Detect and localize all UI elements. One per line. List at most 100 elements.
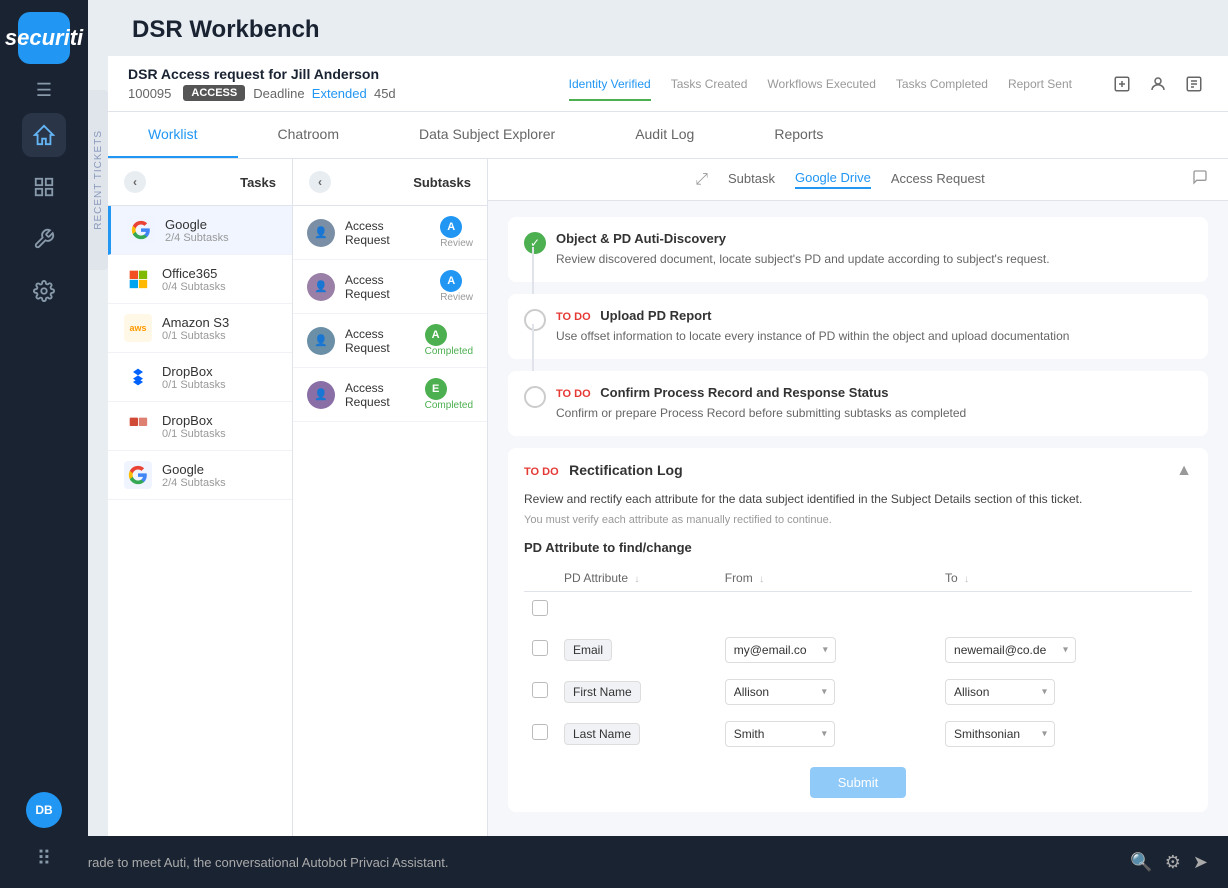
detail-task-3-check[interactable] <box>524 386 546 408</box>
subtask-badge-3: A <box>425 324 447 346</box>
task-item-office365[interactable]: Office365 0/4 Subtasks <box>108 255 292 304</box>
task-logo-google-1 <box>127 216 155 244</box>
detail-task-2: TO DO Upload PD Report Use offset inform… <box>508 294 1208 359</box>
attr-first-name-tag: First Name <box>564 681 641 703</box>
tab-reports[interactable]: Reports <box>734 112 863 158</box>
detail-expand-icon[interactable]: ⤢ <box>695 171 708 189</box>
detail-task-1-check[interactable]: ✓ <box>524 232 546 254</box>
task-item-google-2[interactable]: Google 2/4 Subtasks <box>108 451 292 500</box>
subtasks-panel-collapse[interactable]: ‹ <box>309 171 331 193</box>
subtasks-panel-title: Subtasks <box>413 175 471 190</box>
subtasks-panel-header: ‹ Subtasks <box>293 159 487 206</box>
tab-chatroom[interactable]: Chatroom <box>238 112 379 158</box>
subtask-item-4[interactable]: 👤 Access Request E Completed <box>293 368 487 422</box>
sidebar-item-home[interactable] <box>22 113 66 157</box>
step-report-sent[interactable]: Report Sent <box>1008 77 1072 91</box>
ticket-upload-icon[interactable] <box>1108 70 1136 98</box>
main-area: DSR Workbench DSR Access request for Jil… <box>108 0 1228 888</box>
submit-button[interactable]: Submit <box>810 767 906 798</box>
tasks-panel: ‹ Tasks Google 2/4 Subtasks Office365 <box>108 159 293 888</box>
pd-attribute-sort-icon[interactable]: ↓ <box>634 574 639 585</box>
rectification-collapse-icon[interactable]: ▲ <box>1176 462 1192 480</box>
detail-tab-access-request[interactable]: Access Request <box>891 171 985 188</box>
sidebar: securiti ☰ DB ⠿ <box>0 0 88 888</box>
subtask-info-1: Access Request <box>345 219 430 247</box>
sidebar-dots[interactable]: ⠿ <box>26 840 62 876</box>
ticket-user-icon[interactable] <box>1144 70 1172 98</box>
detail-comment-icon[interactable] <box>1192 169 1208 190</box>
bottom-actions: 🔍 ⚙ ➤ <box>1130 852 1208 873</box>
detail-task-1: ✓ Object & PD Auti-Discovery Review disc… <box>508 217 1208 282</box>
ticket-actions <box>1108 70 1208 98</box>
from-sort-icon[interactable]: ↓ <box>759 574 764 585</box>
subtask-badge-2: A <box>440 270 462 292</box>
detail-tab-google-drive[interactable]: Google Drive <box>795 170 871 189</box>
bottom-filter-icon[interactable]: ⚙ <box>1165 852 1181 873</box>
app-logo-text: securiti <box>5 25 83 51</box>
email-to-wrapper: newemail@co.de <box>945 637 1076 663</box>
task-item-google-1[interactable]: Google 2/4 Subtasks <box>108 206 292 255</box>
last-name-to-select[interactable]: Smithsonian <box>945 721 1055 747</box>
subtask-avatar-4: 👤 <box>307 381 335 409</box>
step-workflows-executed[interactable]: Workflows Executed <box>767 77 876 91</box>
subtask-item-3[interactable]: 👤 Access Request A Completed <box>293 314 487 368</box>
col-checkbox <box>524 565 556 592</box>
subtask-info-3: Access Request <box>345 327 415 355</box>
todo-label-3: TO DO <box>556 388 591 400</box>
subtask-item-1[interactable]: 👤 Access Request A Review <box>293 206 487 260</box>
ticket-title: DSR Access request for Jill Anderson <box>128 66 396 82</box>
table-row-empty <box>524 592 1192 630</box>
detail-task-3-title: TO DO Confirm Process Record and Respons… <box>556 385 966 400</box>
tasks-panel-collapse[interactable]: ‹ <box>124 171 146 193</box>
subtask-avatar-3: 👤 <box>307 327 335 355</box>
tab-data-subject-explorer[interactable]: Data Subject Explorer <box>379 112 595 158</box>
task-item-dropbox-2[interactable]: DropBox 0/1 Subtasks <box>108 402 292 451</box>
detail-task-1-desc: Review discovered document, locate subje… <box>556 250 1050 268</box>
task-info-office365: Office365 0/4 Subtasks <box>162 266 226 293</box>
subtask-info-4: Access Request <box>345 381 415 409</box>
ticket-bar: DSR Access request for Jill Anderson 100… <box>108 56 1228 112</box>
subtasks-panel: ‹ Subtasks 👤 Access Request A Review 👤 A… <box>293 159 488 888</box>
subtask-item-2[interactable]: 👤 Access Request A Review <box>293 260 487 314</box>
sidebar-item-settings[interactable] <box>22 269 66 313</box>
detail-task-2-content: TO DO Upload PD Report Use offset inform… <box>556 308 1069 345</box>
step-identity-verified[interactable]: Identity Verified <box>569 77 651 91</box>
app-logo: securiti <box>18 12 70 64</box>
user-avatar[interactable]: DB <box>26 792 62 828</box>
last-name-from-wrapper: Smith <box>725 721 835 747</box>
tab-worklist[interactable]: Worklist <box>108 112 238 158</box>
tasks-panel-title: Tasks <box>240 175 276 190</box>
task-logo-dropbox-2 <box>124 412 152 440</box>
to-sort-icon[interactable]: ↓ <box>964 574 969 585</box>
bottom-share-icon[interactable]: ➤ <box>1193 852 1208 873</box>
task-logo-dropbox-1 <box>124 363 152 391</box>
sidebar-item-tools[interactable] <box>22 217 66 261</box>
step-tasks-completed[interactable]: Tasks Completed <box>896 77 988 91</box>
checkbox-header[interactable] <box>532 600 548 616</box>
task-item-dropbox-1[interactable]: DropBox 0/1 Subtasks <box>108 353 292 402</box>
recent-tickets-tab[interactable]: RECENT TICKETS <box>88 90 108 270</box>
detail-tab-subtask[interactable]: Subtask <box>728 171 775 188</box>
ticket-docs-icon[interactable] <box>1180 70 1208 98</box>
checkbox-first-name[interactable] <box>532 682 548 698</box>
rectification-header-title: TO DO Rectification Log <box>524 462 683 480</box>
menu-icon[interactable]: ☰ <box>36 80 52 101</box>
detail-task-1-content: Object & PD Auti-Discovery Review discov… <box>556 231 1050 268</box>
sidebar-item-dashboard[interactable] <box>22 165 66 209</box>
subtask-badge-1: A <box>440 216 462 238</box>
tab-audit-log[interactable]: Audit Log <box>595 112 734 158</box>
checkbox-last-name[interactable] <box>532 724 548 740</box>
email-from-select[interactable]: my@email.co <box>725 637 836 663</box>
last-name-from-select[interactable]: Smith <box>725 721 835 747</box>
subtask-info-2: Access Request <box>345 273 430 301</box>
bottom-search-icon[interactable]: 🔍 <box>1130 852 1152 873</box>
detail-task-2-title: TO DO Upload PD Report <box>556 308 1069 323</box>
checkbox-email[interactable] <box>532 640 548 656</box>
detail-task-2-check[interactable] <box>524 309 546 331</box>
first-name-from-select[interactable]: Allison <box>725 679 835 705</box>
rectification-note: You must verify each attribute as manual… <box>524 514 1192 526</box>
email-to-select[interactable]: newemail@co.de <box>945 637 1076 663</box>
task-item-amazon-s3[interactable]: aws Amazon S3 0/1 Subtasks <box>108 304 292 353</box>
first-name-to-select[interactable]: Allison <box>945 679 1055 705</box>
step-tasks-created[interactable]: Tasks Created <box>671 77 748 91</box>
